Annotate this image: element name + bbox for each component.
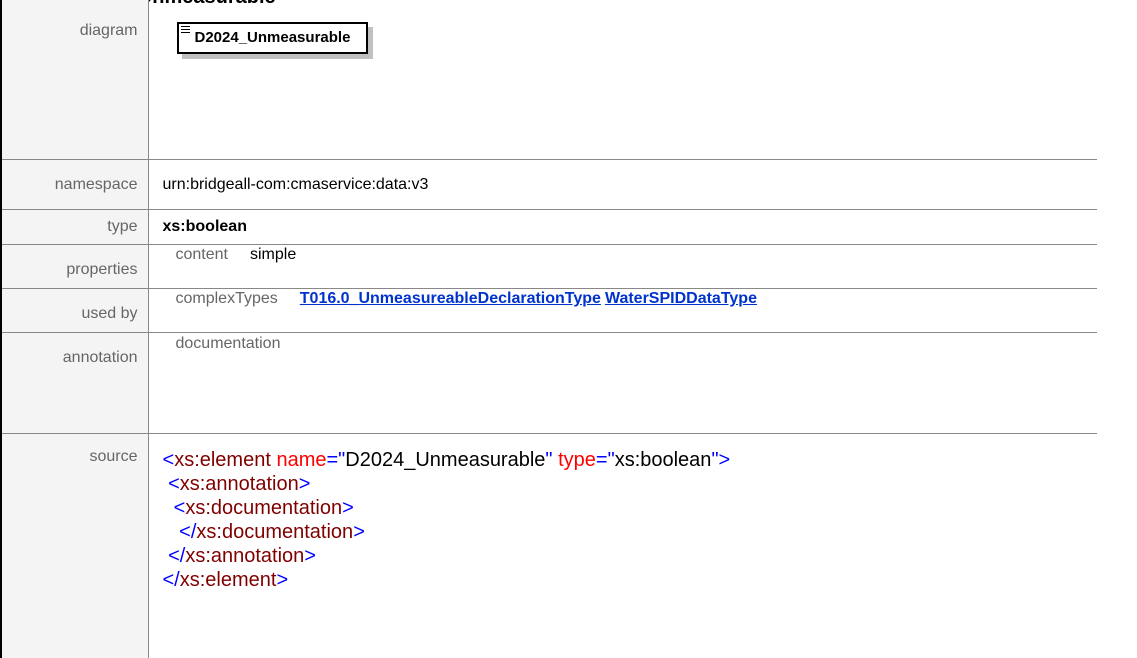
row-label: type [1,210,148,245]
source-line: </xs:element> [163,568,1098,592]
row-used-by: used by complexTypes T016.0_Unmeasureable… [1,289,1097,333]
row-diagram: diagram D2024_Unmeasurable [1,0,1097,160]
type-value: xs:boolean [148,210,1097,245]
source-line: <xs:annotation> [163,472,1098,496]
row-source: source <xs:element name="D2024_Unmeasura… [1,434,1097,658]
properties-cell: content simple [148,245,1097,289]
row-label: diagram [1,0,148,160]
row-label: namespace [1,160,148,210]
source-code: <xs:element name="D2024_Unmeasurable" ty… [148,434,1097,658]
source-line: <xs:element name="D2024_Unmeasurable" ty… [163,448,1098,472]
properties-key: content [176,246,228,264]
row-label: used by [1,289,148,333]
row-label: annotation [1,333,148,434]
source-line: </xs:documentation> [163,520,1098,544]
properties-value: simple [250,246,296,263]
row-type: type xs:boolean [1,210,1097,245]
diagram-element-name: D2024_Unmeasurable [195,29,351,46]
diagram-cell: D2024_Unmeasurable [148,0,1097,160]
used-by-link[interactable]: T016.0_UnmeasureableDeclarationType [300,290,601,307]
element-doc-table: diagram D2024_Unmeasurable namespace urn… [0,0,1097,658]
row-namespace: namespace urn:bridgeall-com:cmaservice:d… [1,160,1097,210]
row-label: source [1,434,148,658]
annotation-key: documentation [176,335,281,353]
used-by-key: complexTypes [176,290,278,308]
row-properties: properties content simple [1,245,1097,289]
namespace-value: urn:bridgeall-com:cmaservice:data:v3 [148,160,1097,210]
source-line: </xs:annotation> [163,544,1098,568]
row-label: properties [1,245,148,289]
element-diagram-box[interactable]: D2024_Unmeasurable [177,22,369,54]
row-annotation: annotation documentation [1,333,1097,434]
used-by-cell: complexTypes T016.0_UnmeasureableDeclarat… [148,289,1097,333]
used-by-link[interactable]: WaterSPIDDataType [605,290,757,307]
element-list-icon [181,26,190,35]
source-line: <xs:documentation> [163,496,1098,520]
annotation-cell: documentation [148,333,1097,434]
